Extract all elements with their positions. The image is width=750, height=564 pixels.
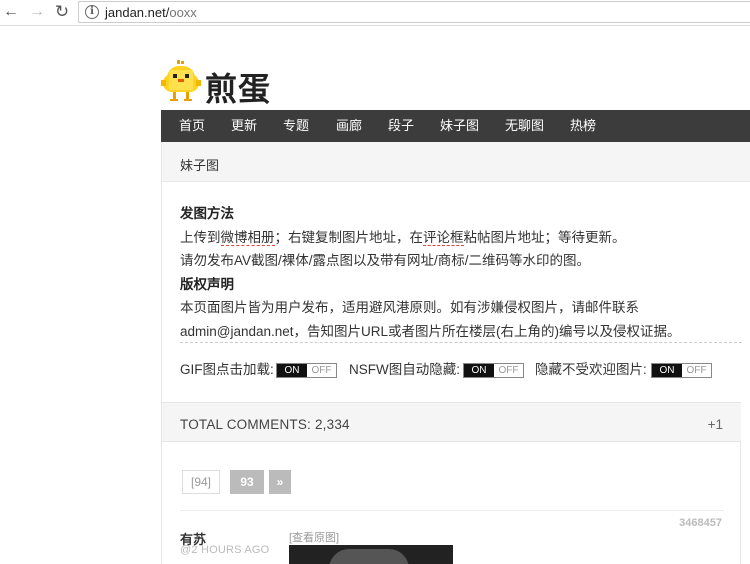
text-segment: 上传到 [180, 229, 221, 245]
image-content [329, 549, 409, 564]
post-image[interactable] [289, 545, 453, 564]
posting-instructions: 发图方法 上传到微博相册；右键复制图片地址，在评论框粘帖图片地址；等待更新。 请… [180, 202, 740, 343]
page-link[interactable]: 93 [230, 470, 264, 494]
reload-icon[interactable]: ↻ [53, 3, 71, 21]
posting-method-line: 上传到微博相册；右键复制图片地址，在评论框粘帖图片地址；等待更新。 [180, 226, 740, 250]
total-comments: TOTAL COMMENTS: 2,334 [180, 417, 350, 432]
plus-one-button[interactable]: +1 [708, 417, 723, 432]
divider [180, 510, 724, 511]
forward-icon[interactable]: → [28, 3, 46, 21]
gif-click-load-toggle[interactable]: ON OFF [276, 363, 337, 378]
post-time: @2 HOURS AGO [180, 544, 270, 556]
breadcrumb-bar: 妹子图 [161, 142, 750, 182]
posting-method-heading: 发图方法 [180, 206, 234, 221]
nav-item-topics[interactable]: 专题 [283, 110, 309, 142]
weibo-album-link[interactable]: 微博相册 [220, 229, 275, 246]
copyright-heading: 版权声明 [180, 276, 234, 292]
site-logo[interactable]: 煎蛋 [161, 58, 301, 108]
toggle-label: NSFW图自动隐藏: [349, 362, 460, 377]
url-text[interactable]: jandan.net/ooxx [105, 5, 197, 20]
nav-item-pics[interactable]: 无聊图 [505, 110, 544, 142]
browser-toolbar: ← → ↻ i jandan.net/ooxx [0, 0, 750, 26]
nsfw-auto-hide-toggle[interactable]: ON OFF [463, 363, 524, 378]
chick-logo-icon [161, 60, 201, 101]
url-domain: jandan.net/ [105, 5, 170, 20]
nav-item-home[interactable]: 首页 [179, 110, 205, 142]
toggle-label: GIF图点击加载: [180, 362, 274, 377]
toggle-on[interactable]: ON [652, 364, 682, 377]
toggle-off[interactable]: OFF [682, 364, 711, 377]
toggle-off[interactable]: OFF [307, 364, 336, 377]
url-path: ooxx [169, 5, 197, 20]
posting-rule-line: 请勿发布AV截图/裸体/露点图以及带有网址/商标/二维码等水印的图。 [180, 253, 591, 268]
text-segment: 粘帖图片地址；等待更新。 [463, 229, 626, 245]
logo-text: 煎蛋 [205, 70, 272, 108]
next-page-button[interactable]: » [269, 470, 291, 494]
info-panel: 发图方法 上传到微博相册；右键复制图片地址，在评论框粘帖图片地址；等待更新。 请… [161, 182, 750, 402]
nav-item-hot[interactable]: 热榜 [570, 110, 596, 142]
toggle-label: 隐藏不受欢迎图片: [535, 362, 647, 377]
breadcrumb: 妹子图 [180, 158, 220, 173]
copyright-line: 本页面图片皆为用户发布，适用避风港原则。如有涉嫌侵权图片，请邮件联系 [180, 300, 639, 315]
comment-box-link[interactable]: 评论框 [423, 229, 464, 246]
copyright-contact-line: admin@jandan.net，告知图片URL或者图片所在楼层(右上角的)编号… [180, 323, 681, 339]
nav-item-updates[interactable]: 更新 [231, 110, 257, 142]
hide-unpopular-toggle[interactable]: ON OFF [651, 363, 712, 378]
address-bar[interactable]: i jandan.net/ooxx [78, 1, 750, 23]
main-navigation: 首页 更新 专题 画廊 段子 妹子图 无聊图 热榜 [161, 110, 750, 142]
post-id[interactable]: 3468457 [679, 517, 722, 529]
current-page: [94] [182, 470, 220, 494]
back-icon[interactable]: ← [2, 3, 20, 21]
comments-header: TOTAL COMMENTS: 2,334 +1 [161, 402, 741, 442]
toggle-on[interactable]: ON [464, 364, 494, 377]
toggle-on[interactable]: ON [277, 364, 307, 377]
nav-item-girls[interactable]: 妹子图 [440, 110, 479, 142]
nav-item-gallery[interactable]: 画廊 [336, 110, 362, 142]
divider [180, 342, 742, 343]
comments-list: [94] 93 » 3468457 有苏 @2 HOURS AGO [查看原图] [161, 442, 741, 564]
view-original-link[interactable]: [查看原图] [289, 529, 339, 545]
nav-item-jokes[interactable]: 段子 [388, 110, 414, 142]
info-icon[interactable]: i [85, 5, 99, 19]
text-segment: ；右键复制图片地址，在 [274, 229, 424, 245]
toggle-off[interactable]: OFF [494, 364, 523, 377]
